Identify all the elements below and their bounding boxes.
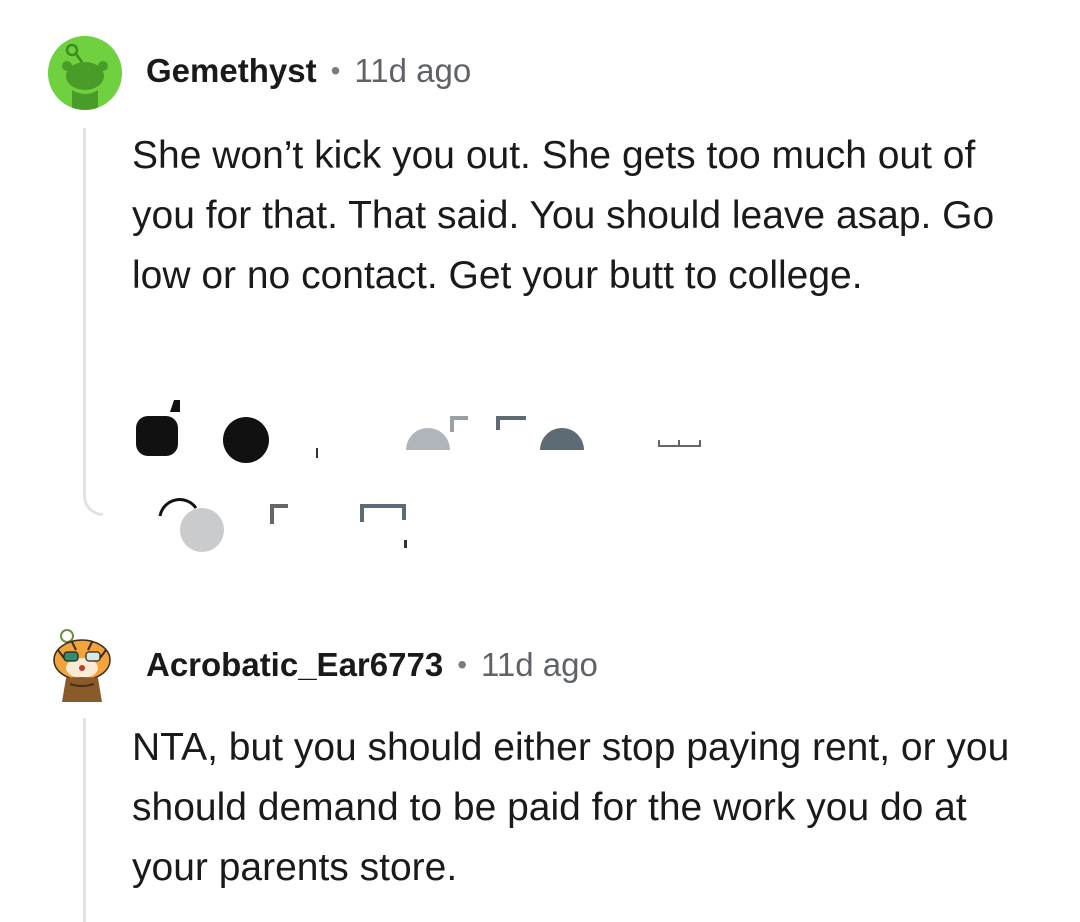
upvote-icon[interactable] [134,398,184,460]
snoo-avatar-icon[interactable] [48,36,122,110]
more-options-icon[interactable] [656,430,704,452]
comment-header: Acrobatic_Ear6773 • 11d ago [146,646,598,684]
thread-curve [83,470,103,516]
award-icon[interactable] [496,410,588,454]
timestamp: 11d ago [481,646,598,683]
downvote-icon[interactable] [312,446,322,460]
report-icon[interactable] [358,502,414,550]
comment-body: NTA, but you should either stop paying r… [132,726,1010,889]
comment-header: Gemethyst • 11d ago [146,52,471,90]
comment-body: She won’t kick you out. She gets too muc… [132,134,995,297]
separator-dot: • [330,55,341,86]
username[interactable]: Acrobatic_Ear6773 [146,646,443,684]
reply-icon[interactable] [404,410,474,452]
timestamp: 11d ago [354,52,472,89]
separator-dot: • [457,649,467,680]
thread-line[interactable] [83,128,86,473]
username[interactable]: Gemethyst [146,52,317,90]
vote-score-icon [223,417,269,463]
thread-line[interactable] [83,718,86,922]
share-icon[interactable] [156,494,228,556]
tiger-avatar-icon[interactable] [50,628,114,702]
save-icon[interactable] [268,502,292,526]
